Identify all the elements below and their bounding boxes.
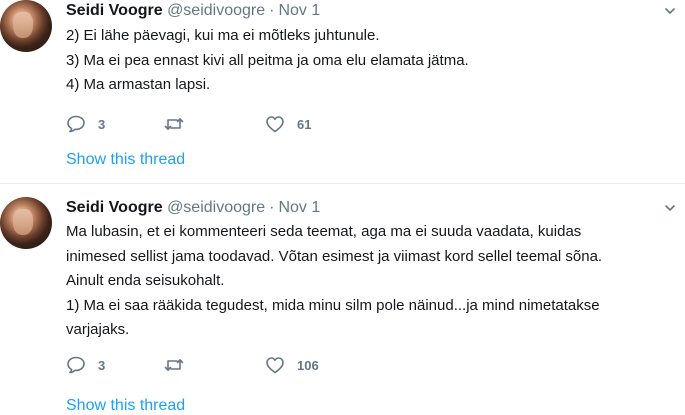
tweet-text: Ma lubasin, et ei kommenteeri seda teema… xyxy=(66,220,676,343)
chevron-down-icon[interactable] xyxy=(665,6,675,16)
tweet-line: varjajaks. xyxy=(66,321,130,339)
heart-icon xyxy=(266,357,284,374)
tweet-line: 1) Ma ei saa rääkida tegudest, mida minu… xyxy=(66,296,600,314)
tweet-line: 2) Ei lähe päevagi, kui ma ei mõtleks ju… xyxy=(66,27,380,44)
tweet-date[interactable]: Nov 1 xyxy=(278,2,320,19)
like-count: 106 xyxy=(297,357,319,373)
like-button[interactable]: 106 xyxy=(265,355,319,375)
tweet-date[interactable]: Nov 1 xyxy=(278,199,320,216)
tweet-line: Ainult enda seisukohalt. xyxy=(66,272,225,290)
reply-button[interactable]: 3 xyxy=(66,355,105,375)
show-thread-link[interactable]: Show this thread xyxy=(66,151,185,169)
reply-icon xyxy=(67,115,85,133)
tweet-line: Ma lubasin, et ei kommenteeri seda teema… xyxy=(66,223,582,240)
retweet-button[interactable] xyxy=(164,114,184,134)
reply-button[interactable]: 3 xyxy=(66,114,105,134)
like-button[interactable]: 61 xyxy=(265,114,311,134)
tweet-line: inimesed sellist jama toodavad. Võtan es… xyxy=(66,247,603,265)
retweet-icon xyxy=(164,118,184,130)
author-name[interactable]: Seidi Voogre xyxy=(66,2,163,19)
like-count: 61 xyxy=(297,116,312,132)
tweet-header: Seidi Voogre @seidivoogre · Nov 1 xyxy=(66,199,320,217)
author-handle[interactable]: @seidivoogre xyxy=(167,2,265,19)
heart-icon xyxy=(266,116,284,133)
separator-dot: · xyxy=(269,199,275,216)
retweet-icon xyxy=(164,359,184,371)
separator-dot: · xyxy=(269,2,275,19)
tweet-line: 3) Ma ei pea ennast kivi all peitma ja o… xyxy=(66,51,469,69)
reply-count: 3 xyxy=(98,116,106,132)
tweet-line: 4) Ma armastan lapsi. xyxy=(66,76,211,94)
author-handle[interactable]: @seidivoogre xyxy=(167,199,265,216)
tweet-header: Seidi Voogre @seidivoogre · Nov 1 xyxy=(66,2,320,20)
tweet[interactable]: Seidi Voogre @seidivoogre · Nov 1 Ma lubas… xyxy=(0,184,685,415)
author-name[interactable]: Seidi Voogre xyxy=(66,199,163,216)
avatar[interactable] xyxy=(0,0,52,52)
reply-icon xyxy=(67,356,85,374)
chevron-down-icon[interactable] xyxy=(665,203,675,213)
tweet[interactable]: Seidi Voogre @seidivoogre · Nov 1 2) Ei lä… xyxy=(0,0,685,183)
retweet-button[interactable] xyxy=(164,355,184,375)
avatar[interactable] xyxy=(0,197,52,249)
tweet-text: 2) Ei lähe päevagi, kui ma ei mõtleks ju… xyxy=(66,24,469,98)
reply-count: 3 xyxy=(98,357,106,373)
show-thread-link[interactable]: Show this thread xyxy=(66,397,185,415)
